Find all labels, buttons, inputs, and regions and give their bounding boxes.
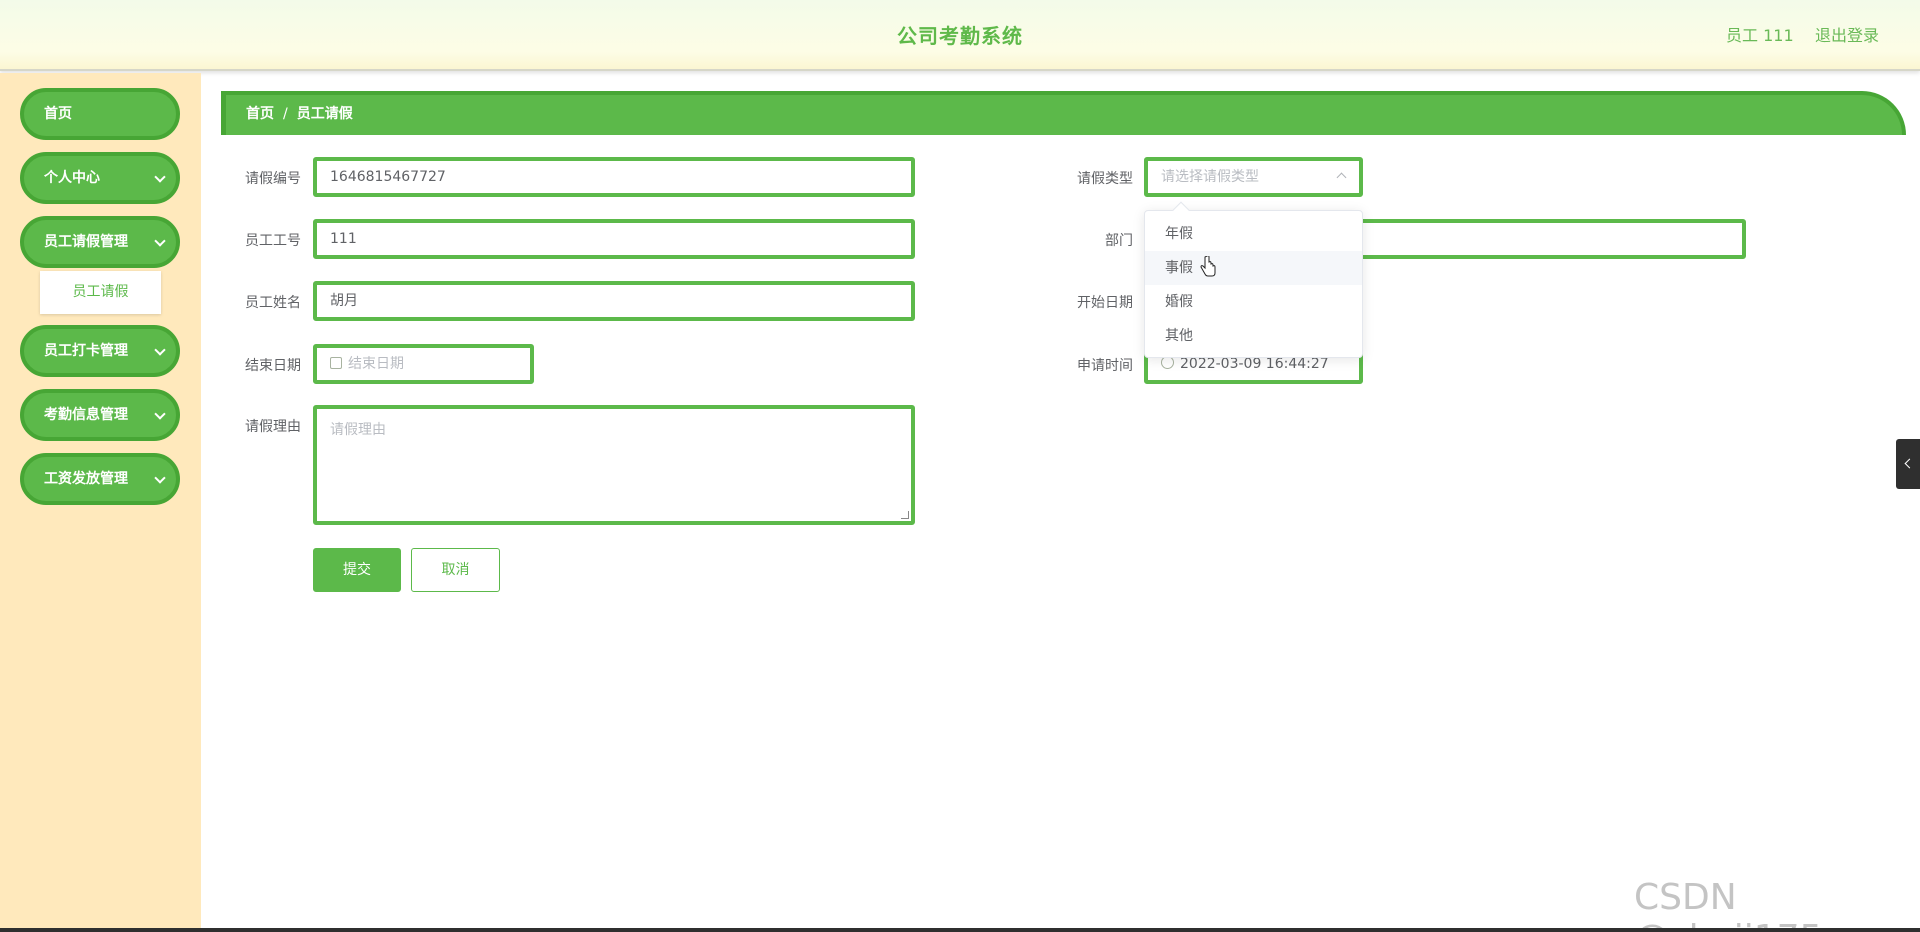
chevron-down-icon <box>154 472 166 484</box>
end-date-placeholder: 结束日期 <box>348 356 404 372</box>
leave-type-dropdown: 年假 事假 婚假 其他 <box>1144 201 1363 358</box>
dropdown-option[interactable]: 婚假 <box>1145 285 1362 319</box>
app-title: 公司考勤系统 <box>897 24 1023 48</box>
sidebar-item-leave-management[interactable]: 员工请假管理 <box>20 216 180 268</box>
end-date-picker[interactable]: 结束日期 <box>313 344 534 384</box>
sidebar-item-home[interactable]: 首页 <box>20 88 180 140</box>
chevron-left-icon <box>1904 458 1915 469</box>
emp-name-value: 胡月 <box>330 293 358 309</box>
leave-no-label: 请假编号 <box>245 171 301 187</box>
chevron-down-icon <box>154 171 166 183</box>
sidebar-item-personal-center[interactable]: 个人中心 <box>20 152 180 204</box>
sidebar-item-label: 个人中心 <box>44 170 100 186</box>
dropdown-option[interactable]: 其他 <box>1145 319 1362 353</box>
leave-no-input[interactable]: 1646815467727 <box>313 157 915 197</box>
bottom-edge <box>0 928 1920 932</box>
logout-link[interactable]: 退出登录 <box>1815 22 1879 46</box>
apply-time-value: 2022-03-09 16:44:27 <box>1180 356 1329 372</box>
watermark: CSDN @sheji175 <box>1634 877 1822 932</box>
start-date-label: 开始日期 <box>1077 295 1133 311</box>
sidebar-item-salary-management[interactable]: 工资发放管理 <box>20 453 180 505</box>
emp-no-value: 111 <box>330 231 357 247</box>
reason-placeholder: 请假理由 <box>330 422 386 438</box>
top-header: 公司考勤系统 员工 111 退出登录 <box>0 0 1920 71</box>
sidebar-item-label: 员工请假管理 <box>44 234 128 250</box>
leave-type-select[interactable]: 请选择请假类型 <box>1144 157 1363 197</box>
sidebar-item-clock-management[interactable]: 员工打卡管理 <box>20 325 180 377</box>
chevron-up-icon <box>1336 172 1347 183</box>
emp-name-label: 员工姓名 <box>245 295 301 311</box>
chevron-down-icon <box>154 344 166 356</box>
reason-textarea[interactable]: 请假理由 <box>313 405 915 525</box>
breadcrumb-home[interactable]: 首页 <box>246 95 274 133</box>
leave-type-label: 请假类型 <box>1077 171 1133 187</box>
sidebar-item-label: 首页 <box>44 106 72 122</box>
submit-button[interactable]: 提交 <box>313 548 401 592</box>
sidebar: 首页 个人中心 员工请假管理 员工请假 员工打卡管理 考勤信息管理 工资发放管理 <box>0 73 201 932</box>
dropdown-pointer <box>1172 201 1190 219</box>
emp-name-input[interactable]: 胡月 <box>313 281 915 321</box>
resize-grip-icon[interactable] <box>901 511 909 519</box>
hand-cursor-icon <box>1200 256 1216 277</box>
current-user-label: 员工 111 <box>1726 26 1794 45</box>
breadcrumb-current: 员工请假 <box>296 106 353 122</box>
emp-no-label: 员工工号 <box>245 233 301 249</box>
department-label: 部门 <box>1105 233 1133 249</box>
reason-label: 请假理由 <box>245 419 301 435</box>
sidebar-item-label: 员工打卡管理 <box>44 343 128 359</box>
dropdown-option[interactable]: 年假 <box>1145 217 1362 251</box>
dropdown-option[interactable]: 事假 <box>1145 251 1362 285</box>
end-date-label: 结束日期 <box>245 358 301 374</box>
apply-time-label: 申请时间 <box>1077 358 1133 374</box>
leave-no-value: 1646815467727 <box>330 169 446 185</box>
sidebar-item-label: 考勤信息管理 <box>44 407 128 423</box>
chevron-down-icon <box>154 408 166 420</box>
breadcrumb: 首页 / 员工请假 <box>221 91 1906 135</box>
collapse-toggle-button[interactable] <box>1896 439 1920 489</box>
emp-no-input[interactable]: 111 <box>313 219 915 259</box>
sidebar-item-label: 工资发放管理 <box>44 471 128 487</box>
leave-type-placeholder: 请选择请假类型 <box>1161 169 1259 185</box>
calendar-icon <box>330 357 342 369</box>
sidebar-item-attendance-management[interactable]: 考勤信息管理 <box>20 389 180 441</box>
chevron-down-icon <box>154 235 166 247</box>
breadcrumb-separator: / <box>283 106 288 122</box>
submenu-item-employee-leave[interactable]: 员工请假 <box>40 271 161 314</box>
cancel-button[interactable]: 取消 <box>411 548 500 592</box>
